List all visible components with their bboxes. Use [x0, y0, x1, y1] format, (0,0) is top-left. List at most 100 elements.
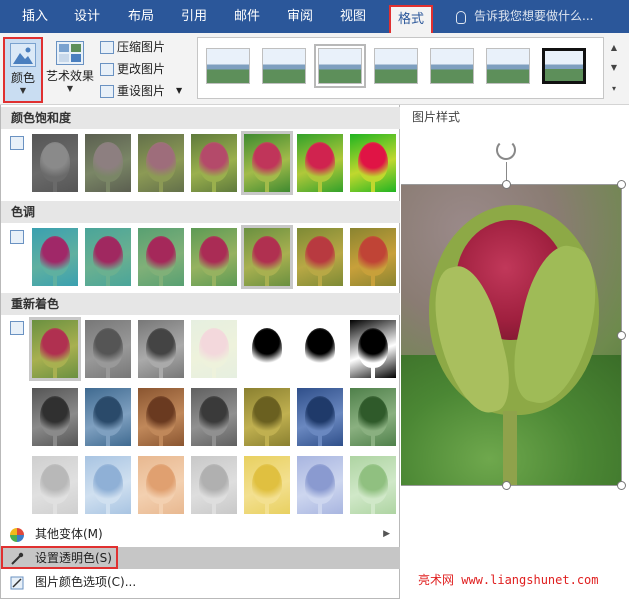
tab-view[interactable]: 视图 — [328, 0, 378, 33]
rose-bud-mark — [358, 142, 388, 182]
color-variant-thumb[interactable] — [85, 320, 131, 378]
stem-mark — [53, 272, 57, 286]
saturation-icon — [10, 136, 24, 150]
color-variant-thumb[interactable] — [191, 134, 237, 192]
rose-bud-picture[interactable] — [401, 185, 622, 485]
color-variant-thumb[interactable] — [191, 320, 237, 378]
color-variant-thumb[interactable] — [85, 134, 131, 192]
chevron-down-icon[interactable]: ▼ — [611, 63, 617, 72]
color-variant-thumb[interactable] — [297, 228, 343, 286]
picture-color-options-item[interactable]: 图片颜色选项(C)... — [1, 571, 400, 593]
color-variant-thumb[interactable] — [191, 388, 237, 446]
color-variant-thumb[interactable] — [138, 134, 184, 192]
color-variant-thumb[interactable] — [297, 134, 343, 192]
color-variant-thumb[interactable] — [350, 228, 396, 286]
tab-insert[interactable]: 插入 — [10, 0, 60, 33]
resize-handle-bottom[interactable] — [502, 481, 511, 490]
color-variant-thumb[interactable] — [138, 388, 184, 446]
rose-bud-mark — [305, 328, 335, 368]
color-variant-thumb[interactable] — [244, 320, 290, 378]
stem-mark — [318, 432, 322, 446]
color-variant-thumb[interactable] — [350, 388, 396, 446]
color-variant-thumb[interactable] — [85, 456, 131, 514]
rose-bud-mark — [93, 464, 123, 504]
color-variant-thumb[interactable] — [297, 388, 343, 446]
tab-mailings[interactable]: 邮件 — [222, 0, 272, 33]
color-variant-thumb[interactable] — [244, 388, 290, 446]
picture-style-thumb[interactable] — [542, 48, 586, 84]
compress-icon — [100, 40, 114, 54]
rose-bud-mark — [93, 236, 123, 276]
picture-style-thumb[interactable] — [430, 48, 474, 84]
rose-bud-mark — [40, 396, 70, 436]
color-variant-thumb[interactable] — [350, 320, 396, 378]
rose-bud-mark — [252, 236, 282, 276]
resize-handle-top[interactable] — [502, 180, 511, 189]
color-variant-thumb[interactable] — [32, 388, 78, 446]
picture-color-options-icon — [10, 575, 24, 590]
color-variant-thumb[interactable] — [32, 134, 78, 192]
recolor-icon — [10, 321, 24, 335]
tab-layout[interactable]: 布局 — [116, 0, 166, 33]
artistic-effects-button[interactable]: 艺术效果 ▼ — [45, 37, 95, 103]
tell-me-search[interactable]: 告诉我您想要做什么... — [456, 0, 593, 33]
rose-bud-mark — [199, 396, 229, 436]
picture-style-thumb[interactable] — [314, 44, 366, 88]
color-variant-thumb[interactable] — [244, 456, 290, 514]
resize-handle-bottom-right[interactable] — [617, 481, 626, 490]
picture-style-thumb[interactable] — [374, 48, 418, 84]
rose-bud-mark — [252, 328, 282, 368]
resize-handle-top-right[interactable] — [617, 180, 626, 189]
tab-design[interactable]: 设计 — [62, 0, 112, 33]
compress-pictures-button[interactable]: 压缩图片 — [100, 37, 165, 57]
gallery-scroll[interactable]: ▲ ▼ ▾ — [607, 37, 621, 99]
tone-icon — [10, 230, 24, 244]
chevron-up-icon[interactable]: ▲ — [611, 43, 617, 52]
color-variant-thumb[interactable] — [191, 228, 237, 286]
rotate-handle[interactable] — [496, 140, 516, 160]
recolor-section-title: 重新着色 — [1, 293, 400, 315]
color-variant-thumb[interactable] — [191, 456, 237, 514]
reset-picture-icon — [100, 84, 114, 98]
picture-style-thumb[interactable] — [206, 48, 250, 84]
set-transparent-color-item[interactable]: 设置透明色(S) — [1, 547, 400, 569]
color-variant-thumb[interactable] — [85, 388, 131, 446]
color-variant-thumb[interactable] — [350, 134, 396, 192]
picture-style-thumb[interactable] — [486, 48, 530, 84]
tab-format[interactable]: 格式 — [389, 5, 433, 33]
gallery-more-icon[interactable]: ▾ — [612, 84, 616, 93]
rose-bud-mark — [146, 396, 176, 436]
color-variant-thumb[interactable] — [29, 317, 81, 381]
tab-references[interactable]: 引用 — [169, 0, 219, 33]
color-variant-thumb[interactable] — [85, 228, 131, 286]
color-variant-thumb[interactable] — [297, 320, 343, 378]
color-variant-thumb[interactable] — [138, 456, 184, 514]
color-wheel-icon — [10, 527, 24, 542]
resize-handle-right[interactable] — [617, 331, 626, 340]
chevron-down-icon[interactable]: ▼ — [176, 81, 182, 101]
color-button[interactable]: 颜色 ▼ — [3, 37, 43, 103]
color-variant-thumb[interactable] — [241, 131, 293, 195]
color-variant-thumb[interactable] — [297, 456, 343, 514]
saturation-section-title: 颜色饱和度 — [1, 107, 400, 129]
change-picture-button[interactable]: 更改图片 — [100, 59, 165, 79]
stem-mark — [159, 364, 163, 378]
color-variant-thumb[interactable] — [138, 228, 184, 286]
rose-bud-mark — [252, 464, 282, 504]
color-variant-thumb[interactable] — [32, 456, 78, 514]
reset-picture-button[interactable]: 重设图片 ▼ — [100, 81, 182, 101]
color-variant-thumb[interactable] — [350, 456, 396, 514]
stem-mark — [371, 178, 375, 192]
picture-styles-pane-label: 图片样式 — [412, 110, 461, 124]
stem-mark — [371, 500, 375, 514]
rose-bud-mark — [40, 142, 70, 182]
picture-style-thumb[interactable] — [262, 48, 306, 84]
tell-me-text: 告诉我您想要做什么... — [474, 9, 594, 23]
rose-bud-mark — [199, 464, 229, 504]
chevron-right-icon: ▶ — [383, 529, 390, 539]
color-variant-thumb[interactable] — [138, 320, 184, 378]
more-variants-item[interactable]: 其他变体(M) ▶ — [1, 523, 400, 545]
color-variant-thumb[interactable] — [241, 225, 293, 289]
color-variant-thumb[interactable] — [32, 228, 78, 286]
tab-review[interactable]: 审阅 — [275, 0, 325, 33]
